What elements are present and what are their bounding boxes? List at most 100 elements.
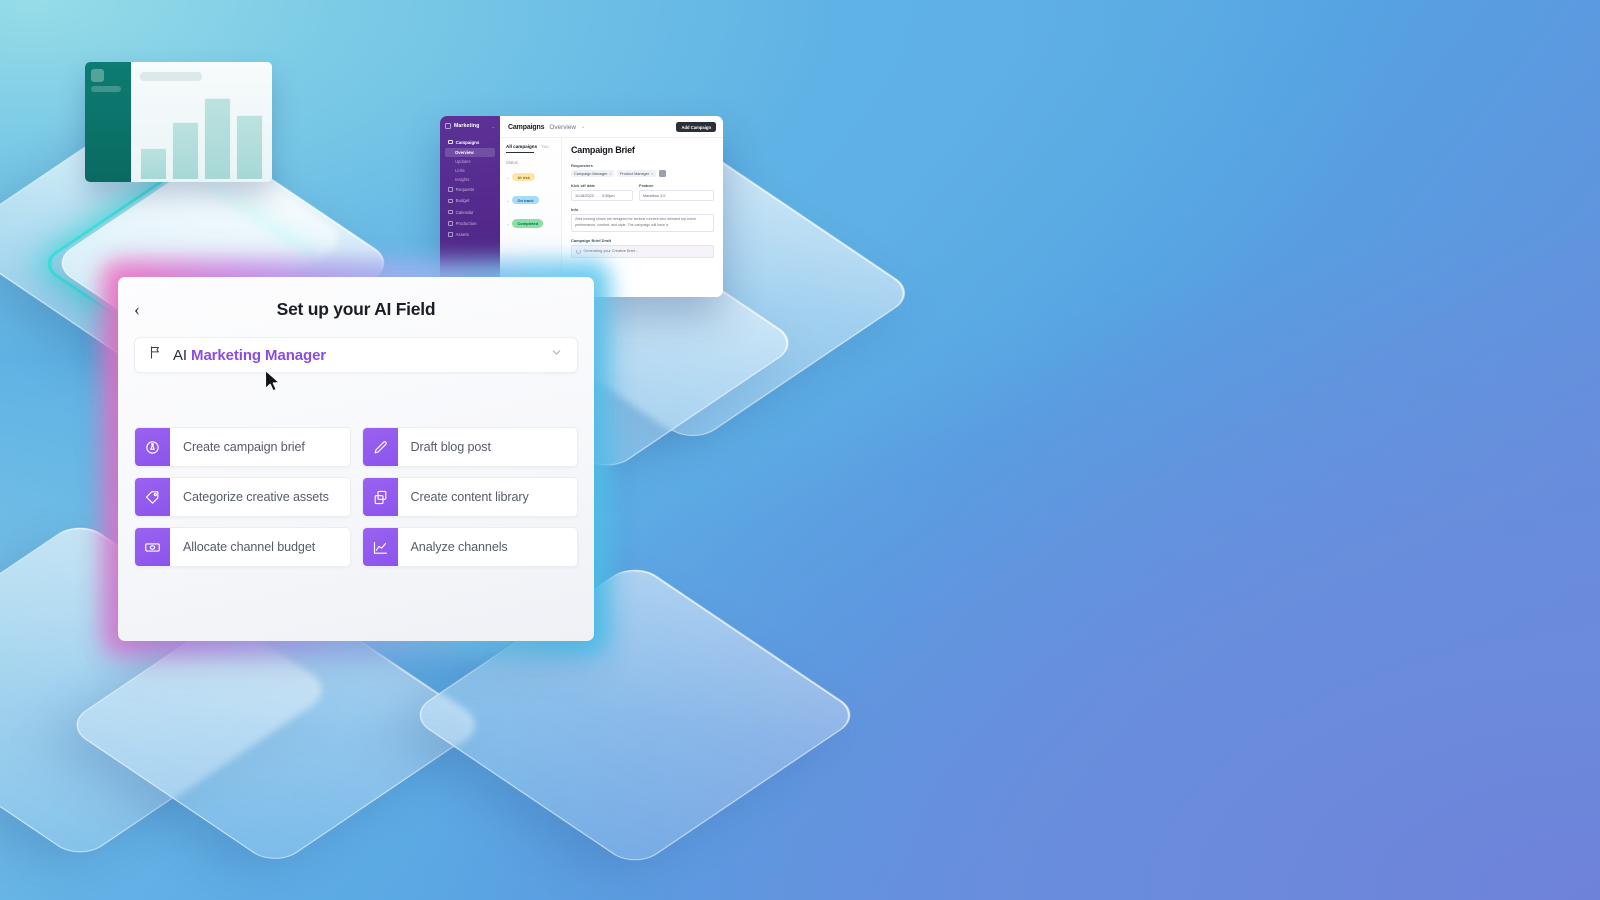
sidebar-subitem-overview: Overview [445, 148, 495, 157]
kickoff-separator: – [596, 193, 599, 198]
requester-chip: Product Manager × [616, 170, 657, 178]
chevron-down-icon: ⌄ [581, 124, 586, 131]
detail-title: Campaign Brief [571, 145, 635, 156]
kickoff-date-field: Kick off date 11/18/2023 – 3:30pm [571, 183, 633, 201]
status-group-list: ⌄ At risk ⌄ On track ⌄ Completed [506, 172, 555, 228]
chevron-down-icon: ⌄ [506, 197, 510, 203]
pencil-icon [362, 428, 398, 466]
info-label: Info [571, 206, 579, 212]
sidebar-item-label: Assets [455, 231, 469, 237]
app-nav-list: Campaigns Overview Updates Links Insights Req… [445, 137, 495, 240]
action-card-categorize-creative-assets[interactable]: Categorize creative assets [134, 477, 351, 517]
chevron-down-icon: ⌄ [506, 220, 510, 226]
nav-item-icon [448, 232, 453, 237]
chip-remove-icon: × [651, 171, 654, 176]
action-card-label: Create campaign brief [183, 440, 305, 454]
workspace-icon [445, 123, 451, 129]
kickoff-label: Kick off date [571, 183, 596, 189]
sidebar-subitem-links: Links [455, 168, 465, 174]
bar-3 [236, 114, 263, 180]
chip-remove-icon: × [609, 171, 612, 176]
sidebar-item-label: Budget [455, 198, 470, 204]
feature-label: Feature [639, 183, 654, 189]
sidebar-item-label: Calendar [455, 209, 474, 215]
status-badge: On track [512, 196, 539, 205]
mouse-cursor [264, 369, 280, 392]
copy-stack-icon [362, 478, 398, 516]
status-badge: Completed [512, 219, 544, 228]
requesters-label: Requesters [571, 163, 593, 169]
chart-card-body [131, 62, 272, 182]
tab-all-campaigns: All campaigns [506, 144, 538, 150]
banknote-icon [135, 528, 170, 566]
breadcrumb-secondary: Overview [549, 123, 577, 131]
group-by-label: Status [506, 159, 518, 165]
chart-card-logo-icon [91, 69, 104, 82]
feature-input: Marathon 3.0 [639, 190, 714, 201]
nav-item-icon [448, 198, 453, 204]
action-card-label: Create content library [410, 490, 529, 504]
nav-item-icon [448, 187, 453, 192]
sidebar-item-requests: Requests [445, 185, 495, 195]
requester-chips: Campaign Manager × Product Manager × [571, 170, 714, 178]
feature-field: Feature Marathon 3.0 [639, 183, 714, 201]
bar-2 [204, 98, 231, 180]
ai-field-setup-modal: ‹ Set up your AI Field AI Marketing Mana… [118, 277, 594, 641]
bar-0 [140, 148, 167, 180]
chevron-down-icon: ⌄ [506, 174, 510, 180]
nav-item-icon [448, 209, 453, 215]
loading-spinner-icon [575, 248, 581, 254]
chart-title-placeholder [140, 72, 202, 81]
add-campaign-button: Add Campaign [676, 122, 716, 133]
tab-you: You [541, 144, 549, 150]
nav-item-icon [448, 139, 453, 145]
status-group: ⌄ At risk [506, 172, 555, 182]
status-group: ⌄ Completed [506, 219, 555, 228]
sidebar-item-label: Campaigns [455, 139, 480, 145]
action-card-analyze-channels[interactable]: Analyze channels [361, 527, 578, 567]
draft-label: Campaign Brief Draft [571, 237, 612, 243]
tab-underline [506, 152, 534, 153]
status-badge: At risk [512, 172, 535, 182]
campaign-list-tabs: All campaigns You [506, 144, 555, 149]
sidebar-item-budget: Budget [445, 196, 495, 206]
info-textarea: Zeta running shoes are designed for seri… [571, 213, 714, 232]
app-topbar: Campaigns Overview ⌄ Add Campaign [500, 116, 723, 139]
sidebar-subitem-updates: Updates [455, 159, 471, 165]
target-badge-icon [135, 428, 170, 466]
action-card-create-campaign-brief[interactable]: Create campaign brief [134, 427, 351, 467]
draft-status-text: Generating your Creative Brief... [583, 249, 638, 254]
bar-1 [172, 122, 199, 180]
line-chart-icon [362, 528, 398, 566]
requester-chip: Campaign Manager × [571, 170, 615, 178]
action-card-label: Allocate channel budget [183, 540, 316, 554]
kickoff-time-value: 3:30pm [601, 193, 615, 198]
modal-title: Set up your AI Field [276, 298, 436, 319]
kickoff-input: 11/18/2023 – 3:30pm [571, 190, 633, 201]
ai-role-select[interactable]: AI Marketing Manager [134, 337, 578, 373]
avatar [658, 170, 666, 178]
sidebar-item-label: Production [455, 220, 477, 226]
tag-icon [135, 478, 170, 516]
action-card-allocate-channel-budget[interactable]: Allocate channel budget [134, 527, 351, 567]
status-group: ⌄ On track [506, 196, 555, 205]
modal-header: ‹ Set up your AI Field [134, 295, 578, 323]
chip-label: Product Manager [619, 171, 650, 176]
chart-card-sidebar [85, 62, 131, 182]
analytics-chart-card [85, 62, 272, 182]
action-card-draft-blog-post[interactable]: Draft blog post [361, 427, 578, 467]
action-card-create-content-library[interactable]: Create content library [361, 477, 578, 517]
chevron-down-icon[interactable] [550, 346, 563, 364]
suggested-actions-grid: Create campaign brief Draft blog post Cate… [134, 427, 578, 567]
chevron-down-icon: ⌄ [491, 123, 495, 129]
sidebar-item-label: Requests [455, 187, 475, 193]
detail-field-row: Kick off date 11/18/2023 – 3:30pm Featur… [571, 183, 714, 201]
kickoff-date-value: 11/18/2023 [575, 193, 594, 198]
ai-role-accent: Marketing Manager [191, 346, 327, 364]
app-brand: Marketing ⌄ [445, 123, 495, 129]
ai-role-text: AI Marketing Manager [173, 347, 326, 364]
action-card-label: Analyze channels [410, 540, 508, 554]
chart-card-title-placeholder [91, 86, 121, 92]
sidebar-item-campaigns: Campaigns [445, 137, 495, 147]
workspace-name: Marketing [454, 123, 480, 129]
